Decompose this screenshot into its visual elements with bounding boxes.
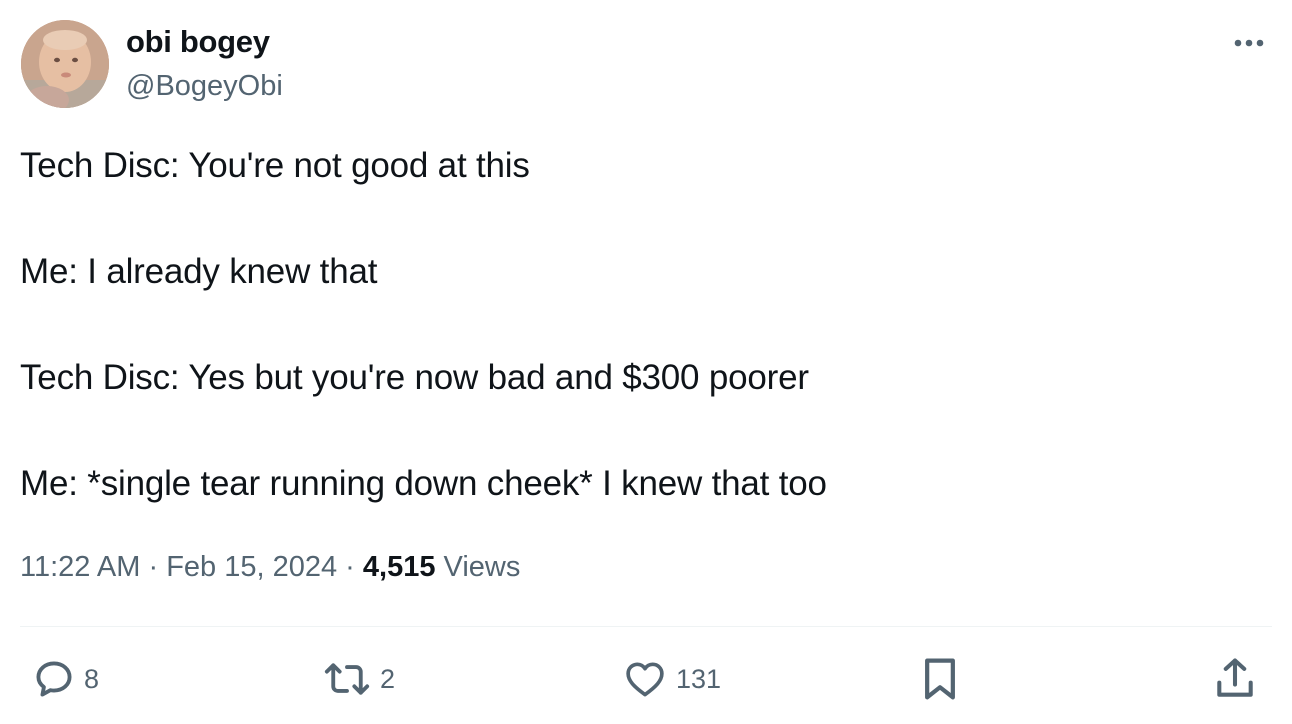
author-display-name[interactable]: obi bogey — [126, 22, 270, 62]
retweet-icon — [324, 663, 370, 695]
views-count[interactable]: 4,515 — [363, 551, 436, 583]
bookmark-icon — [925, 658, 955, 700]
more-horizontal-icon — [1234, 39, 1264, 47]
bookmark-button[interactable] — [918, 654, 962, 704]
avatar-image — [21, 20, 109, 108]
avatar[interactable] — [21, 20, 109, 108]
meta-separator: · — [345, 551, 355, 583]
tweet-text-line: Tech Disc: You're not good at this — [20, 146, 530, 185]
tweet-text-line: Tech Disc: Yes but you're now bad and $3… — [20, 358, 809, 397]
share-button[interactable] — [1212, 654, 1258, 704]
views-label: Views — [443, 551, 521, 583]
divider — [20, 626, 1272, 627]
heart-icon — [626, 662, 664, 697]
tweet-card: obi bogey @BogeyObi Tech Disc: You're no… — [0, 0, 1292, 724]
tweet-text-line: Me: *single tear running down cheek* I k… — [20, 464, 827, 503]
author-handle[interactable]: @BogeyObi — [126, 66, 283, 106]
reply-bubble-icon — [36, 661, 72, 697]
more-options-button[interactable] — [1226, 26, 1272, 60]
tweet-date[interactable]: Feb 15, 2024 — [166, 551, 337, 583]
retweet-button[interactable]: 2 — [322, 654, 395, 704]
tweet-time[interactable]: 11:22 AM — [20, 551, 140, 583]
tweet-text-line: Me: I already knew that — [20, 252, 378, 291]
reply-count: 8 — [84, 664, 100, 694]
like-button[interactable]: 131 — [622, 654, 721, 704]
share-upload-icon — [1217, 658, 1253, 697]
reply-button[interactable]: 8 — [32, 654, 99, 704]
retweet-count: 2 — [380, 664, 396, 694]
tweet-metadata: 11:22 AM · Feb 15, 2024 · 4,515 Views — [20, 547, 520, 587]
meta-separator: · — [148, 551, 159, 583]
like-count: 131 — [676, 664, 722, 694]
